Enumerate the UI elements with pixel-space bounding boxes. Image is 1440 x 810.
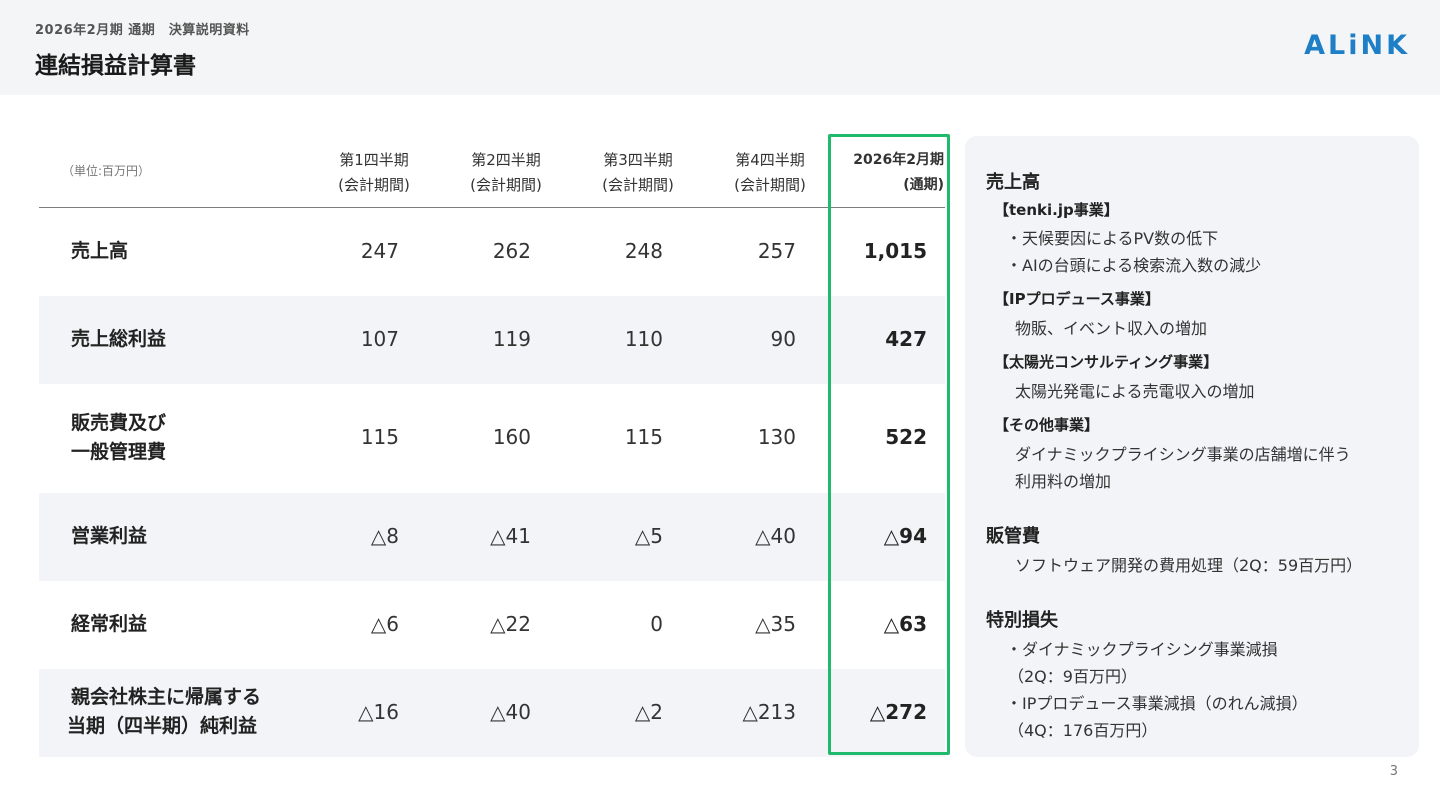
- table-cell: 0: [650, 612, 663, 636]
- table-cell: 90: [770, 327, 796, 351]
- notes-text: 物販、イベント収入の増加: [1015, 319, 1208, 338]
- table-cell: △22: [490, 612, 531, 636]
- column-header-q3: 第3四半期 (会計期間): [583, 148, 693, 198]
- notes-heading-sga: 販管費: [986, 526, 1040, 547]
- table-cell: 107: [360, 327, 399, 351]
- table-row-operating-income: 営業利益 △8 △41 △5 △40 △94: [39, 493, 945, 581]
- notes-text: ・IPプロデュース事業減損（のれん減損）: [1006, 694, 1308, 713]
- table-cell: △6: [370, 612, 399, 636]
- row-label-line2: 一般管理費: [71, 441, 167, 463]
- column-header-q4-line1: 第4四半期: [735, 151, 805, 169]
- column-header-q1-line1: 第1四半期: [339, 151, 409, 169]
- row-label-line2: 当期（四半期）純利益: [67, 715, 258, 737]
- table-cell: △41: [490, 524, 531, 548]
- notes-text: 利用料の増加: [1015, 472, 1112, 491]
- company-logo: ALiNK: [1304, 30, 1410, 61]
- notes-text: 太陽光発電による売電収入の増加: [1015, 382, 1255, 401]
- table-cell: △8: [370, 524, 399, 548]
- notes-other-heading: 【その他事業】: [994, 416, 1100, 434]
- table-row-ordinary-income: 経常利益 △6 △22 0 △35 △63: [39, 581, 945, 669]
- column-header-q1-line2: (会計期間): [338, 176, 410, 194]
- column-header-q1: 第1四半期 (会計期間): [319, 148, 429, 198]
- column-header-q2: 第2四半期 (会計期間): [451, 148, 561, 198]
- notes-text: （2Q：9百万円）: [1008, 667, 1137, 686]
- notes-heading-special-loss: 特別損失: [986, 610, 1058, 631]
- notes-text: ダイナミックプライシング事業の店舗増に伴う: [1015, 445, 1351, 464]
- table-cell: 110: [624, 327, 663, 351]
- header-bar: [0, 0, 1440, 95]
- notes-tenki-heading: 【tenki.jp事業】: [994, 201, 1119, 219]
- table-row-sga: 販売費及び 一般管理費 115 160 115 130 522: [39, 384, 945, 493]
- page-number: 3: [1389, 764, 1398, 779]
- notes-text: ・AIの台頭による検索流入数の減少: [1006, 256, 1262, 275]
- notes-heading-sales: 売上高: [986, 172, 1040, 193]
- table-cell: 257: [757, 239, 796, 263]
- row-label-line1: 親会社株主に帰属する: [71, 686, 262, 708]
- column-header-q4: 第4四半期 (会計期間): [715, 148, 825, 198]
- row-label: 営業利益: [71, 525, 148, 547]
- row-label: 売上高: [71, 240, 129, 262]
- notes-text: ・ダイナミックプライシング事業減損: [1006, 640, 1278, 659]
- row-label: 販売費及び 一般管理費: [71, 409, 166, 467]
- table-cell: 247: [360, 239, 399, 263]
- table-cell: △16: [358, 700, 399, 724]
- table-cell: 160: [492, 425, 531, 449]
- page-title: 連結損益計算書: [35, 53, 196, 79]
- full-year-highlight: [828, 134, 950, 755]
- notes-text: ソフトウェア開発の費用処理（2Q：59百万円）: [1015, 556, 1363, 575]
- table-row-net-sales: 売上高 247 262 248 257 1,015: [39, 208, 945, 296]
- deck-subtitle: 2026年2月期 通期 決算説明資料: [35, 23, 250, 38]
- table-cell: 115: [360, 425, 399, 449]
- column-header-q2-line2: (会計期間): [470, 176, 542, 194]
- table-cell: △35: [755, 612, 796, 636]
- table-row-net-income: 親会社株主に帰属する 当期（四半期）純利益 △16 △40 △2 △213 △2…: [39, 669, 945, 757]
- unit-label: （単位:百万円）: [62, 164, 151, 178]
- table-cell: 130: [757, 425, 796, 449]
- table-cell: △213: [742, 700, 796, 724]
- table-row-gross-profit: 売上総利益 107 119 110 90 427: [39, 296, 945, 384]
- row-label: 親会社株主に帰属する 当期（四半期）純利益: [67, 683, 261, 741]
- table-cell: 119: [492, 327, 531, 351]
- row-label-line1: 販売費及び: [71, 412, 167, 434]
- table-cell: △5: [634, 524, 663, 548]
- notes-solar-heading: 【太陽光コンサルティング事業】: [994, 353, 1219, 371]
- notes-text: （4Q：176百万円）: [1008, 721, 1158, 740]
- table-cell: 248: [624, 239, 663, 263]
- notes-ip-heading: 【IPプロデュース事業】: [994, 290, 1160, 308]
- notes-text: ・天候要因によるPV数の低下: [1006, 229, 1219, 248]
- column-header-q3-line1: 第3四半期: [603, 151, 673, 169]
- row-label: 経常利益: [71, 613, 148, 635]
- table-cell: 115: [624, 425, 663, 449]
- column-header-q2-line1: 第2四半期: [471, 151, 541, 169]
- table-cell: △40: [490, 700, 531, 724]
- column-header-q3-line2: (会計期間): [602, 176, 674, 194]
- column-header-q4-line2: (会計期間): [734, 176, 806, 194]
- table-cell: 262: [492, 239, 531, 263]
- row-label: 売上総利益: [71, 328, 167, 350]
- table-cell: △40: [755, 524, 796, 548]
- table-cell: △2: [634, 700, 663, 724]
